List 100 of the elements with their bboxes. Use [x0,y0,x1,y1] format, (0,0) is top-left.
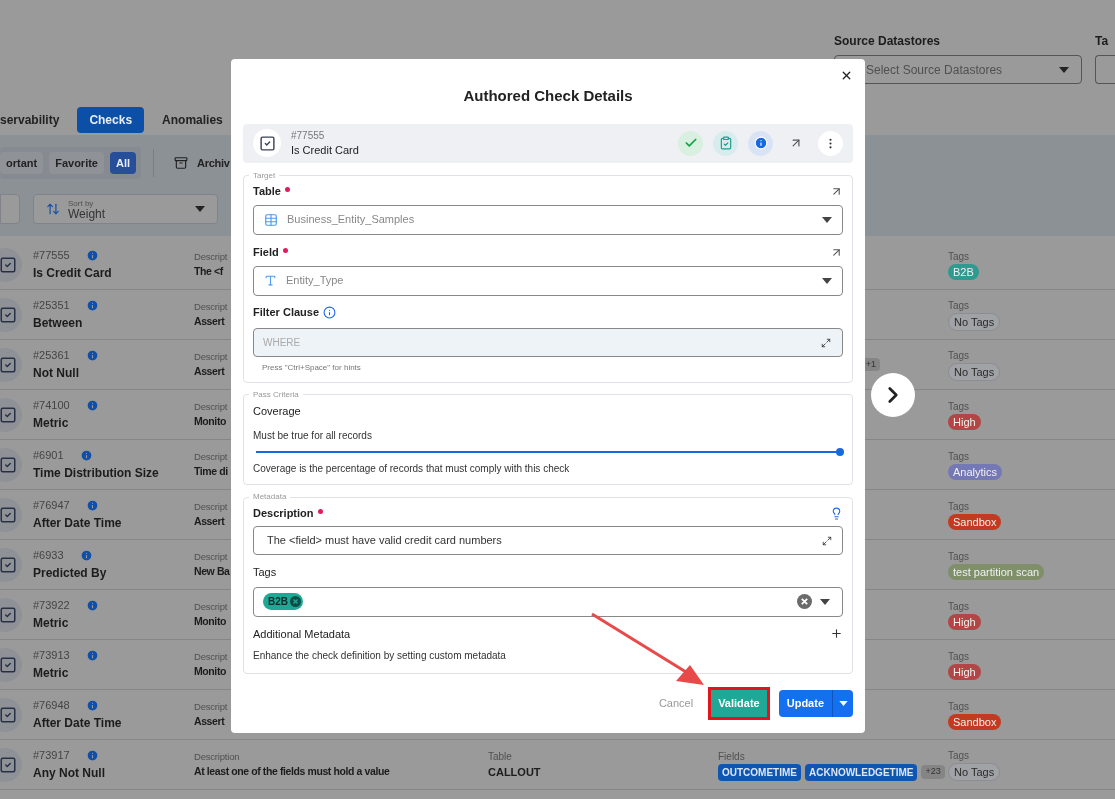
check-name: Predicted By [33,564,107,582]
filter-clause-field[interactable]: WHERE [253,327,843,357]
table-icon [264,212,278,227]
tag-chip: B2B [263,593,303,610]
update-options-button[interactable] [832,690,853,717]
description-text: Assert [194,313,225,329]
check-name: Is Credit Card [291,143,360,157]
hint-text: Press "Ctrl+Space" for hints [262,361,362,374]
add-icon[interactable] [830,627,843,641]
description-text: At least one of the fields must hold a value [194,763,390,779]
clear-icon[interactable] [797,594,812,609]
sort-value: Weight [68,209,107,220]
check-name: Metric [33,414,69,432]
source-datastores-label: Source Datastores [834,33,942,50]
description-text: Time di [194,463,228,479]
tags-label: Tags [948,399,970,414]
info-icon [79,549,93,562]
caret-icon [195,206,205,212]
tab[interactable]: Checks [77,107,145,133]
text-type-icon [264,274,277,287]
clipboard-check-icon [713,130,738,156]
check-id: #25351 [33,298,70,314]
close-button[interactable] [840,69,853,82]
fields-label: Fields [718,749,745,764]
slider-thumb[interactable] [836,448,844,456]
info-icon [85,249,99,262]
check-id: #6901 [33,448,64,464]
filter-select[interactable] [1095,55,1115,84]
check-id: #76947 [33,498,70,514]
remove-icon[interactable] [290,596,301,607]
archive-button[interactable]: Archiv [166,154,238,172]
lightbulb-icon[interactable] [830,506,843,520]
tags-label: Tags [948,599,970,614]
description-field[interactable]: The <field> must have valid credit card numbers [253,526,843,555]
next-button[interactable] [871,373,915,417]
description-label: Descript [194,449,228,464]
tags-label: Tags [948,449,970,464]
description-text: Assert [194,363,225,379]
check-name: Is Credit Card [33,264,112,282]
check-id: #73922 [33,598,70,614]
info-icon [85,599,99,612]
description-text: Monito [194,413,226,429]
table-select[interactable]: Business_Entity_Samples [253,204,843,235]
description-label: Descript [194,399,228,414]
coverage-subtitle: Must be true for all records [253,429,373,443]
tags-select[interactable]: B2B [253,586,843,617]
section-legend: Pass Criteria [249,388,303,401]
no-tags-chip: No Tags [948,362,1001,382]
tags-label: Tags [948,549,970,564]
info-icon [85,399,99,412]
caret-icon [838,701,848,706]
description-text: New Ba [194,563,230,579]
filter-button[interactable]: All [109,152,137,174]
info-icon [748,130,773,156]
field-label: Description [253,505,314,521]
validate-button[interactable]: Validate [711,690,767,717]
tag-chip: Sandbox [948,713,1002,731]
description-label: Descript [194,299,228,314]
tags-label: Tags [948,699,970,714]
check-id: #73917 [33,748,70,764]
close-icon [840,69,853,82]
description-text: Assert [194,713,225,729]
arrow-up-right-icon[interactable] [830,185,843,198]
sort-caption: Sort by [68,198,95,209]
field-label: Table [253,184,281,200]
info-icon [85,749,99,762]
info-icon [85,649,99,662]
caret-icon [822,277,832,284]
sort-select[interactable]: Sort by Weight [33,194,218,224]
description-text: Monito [194,663,226,679]
arrow-up-right-icon[interactable] [830,246,843,259]
check-id: #76948 [33,698,70,714]
tag-chip: Analytics [948,463,1003,481]
tab[interactable]: servability [0,107,68,133]
tab[interactable]: Anomalies [154,107,231,133]
update-button[interactable]: Update [778,690,832,717]
expand-icon[interactable] [822,535,832,546]
tags-label: Tags [948,348,970,363]
check-id: #6933 [33,548,64,564]
description-label: Descript [194,499,228,514]
description-label: Descript [194,249,228,264]
field-select[interactable]: Entity_Type [253,265,843,296]
search-field[interactable] [0,194,20,224]
filter-button[interactable]: ortant [0,152,44,174]
info-icon [323,306,337,319]
cancel-button[interactable]: Cancel [654,695,698,712]
check-id: #73913 [33,648,70,664]
more-count: +23 [921,765,945,779]
check-id: #74100 [33,398,70,414]
tag-chip: B2B [948,263,979,281]
check-name: Metric [33,664,69,682]
description-text: The <f [194,263,223,279]
check-name: Between [33,314,83,332]
archive-icon [174,156,189,170]
description-text: Monito [194,613,226,629]
filter-button[interactable]: Favorite [49,152,104,174]
expand-icon[interactable] [821,337,831,348]
additional-metadata-help: Enhance the check definition by setting custom metadata [253,649,507,663]
info-icon [85,499,99,512]
section-legend: Target [249,169,280,182]
